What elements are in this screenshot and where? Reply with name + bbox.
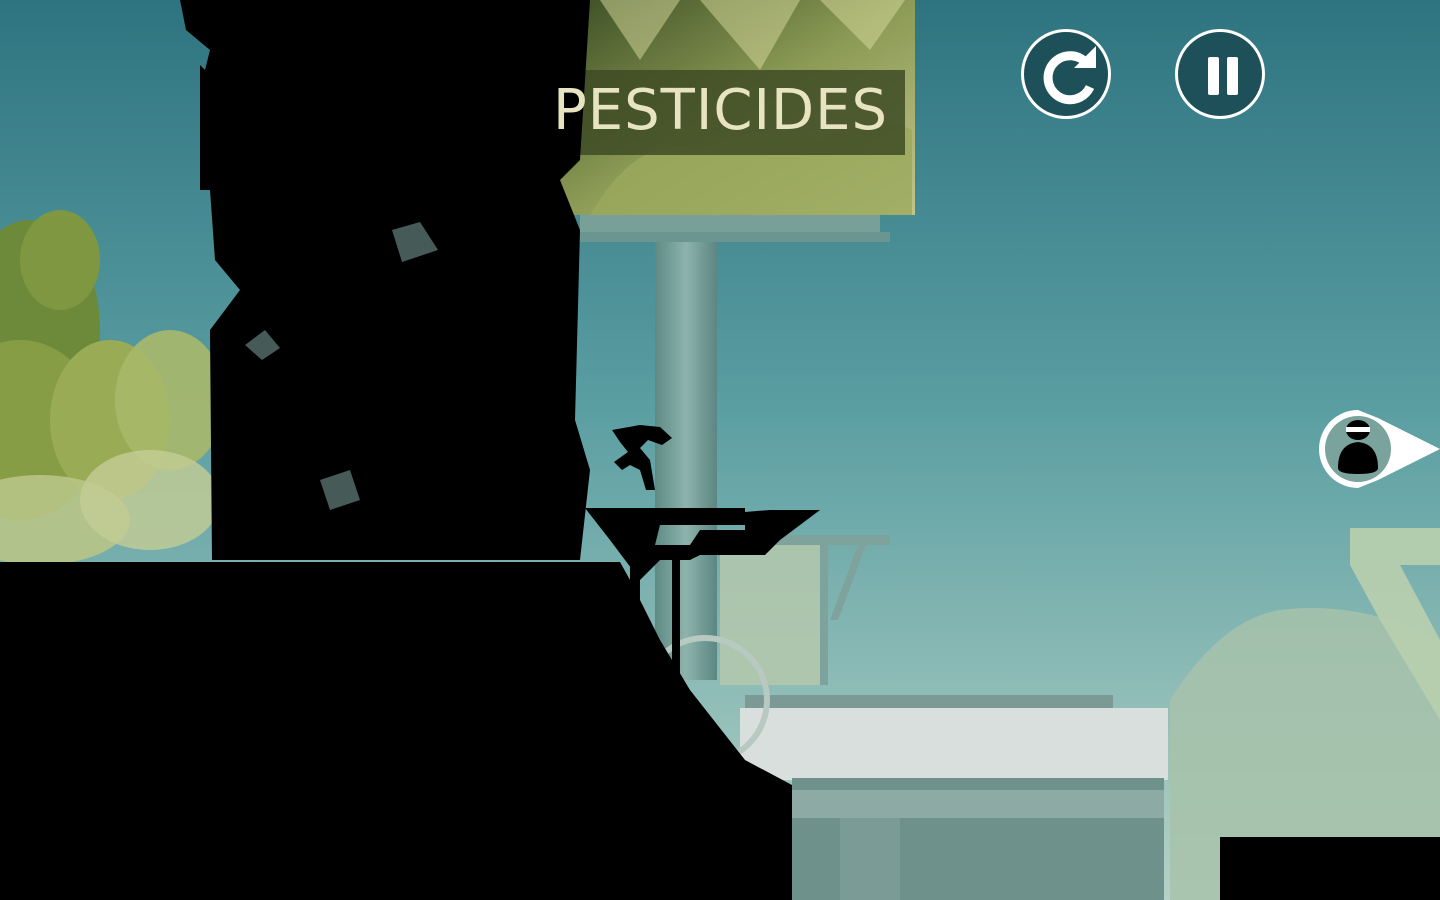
restart-button[interactable]	[1021, 29, 1111, 119]
pursuer-indicator	[1319, 410, 1440, 488]
pause-button[interactable]	[1175, 29, 1265, 119]
pause-icon	[1208, 57, 1238, 95]
restart-icon	[1043, 46, 1096, 105]
billboard-text: PESTICIDES	[552, 78, 889, 143]
